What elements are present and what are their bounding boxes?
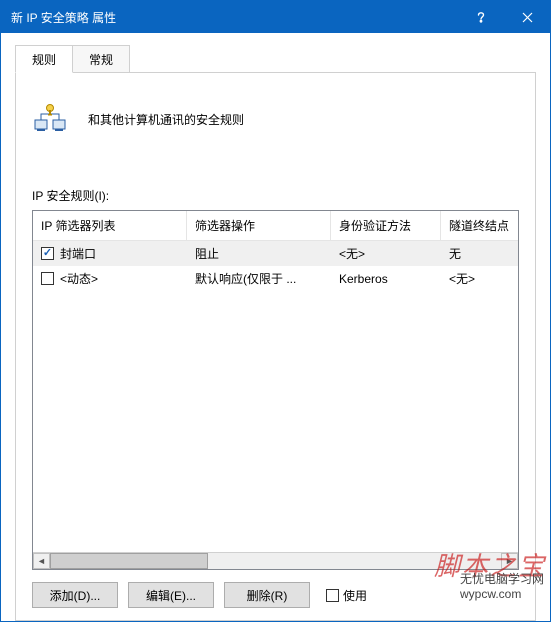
listview-header: IP 筛选器列表 筛选器操作 身份验证方法 隧道终结点 [33,211,518,241]
row-checkbox[interactable] [41,247,54,260]
dialog-window: 新 IP 安全策略 属性 规则 常规 [0,0,551,622]
button-label: 删除(R) [247,587,288,604]
cell-auth-method: Kerberos [331,266,441,291]
listview-body: 封端口 阻止 <无> 无 <动态> 默认响应(仅限于 ... [33,241,518,552]
description-text: 和其他计算机通讯的安全规则 [88,111,244,128]
column-header-tunnel-endpoint[interactable]: 隧道终结点 [441,211,518,240]
cell-filter-action: 默认响应(仅限于 ... [187,266,331,291]
edit-button[interactable]: 编辑(E)... [128,582,214,608]
row-checkbox[interactable] [41,272,54,285]
column-header-auth-method[interactable]: 身份验证方法 [331,211,441,240]
cell-tunnel-endpoint: <无> [441,266,518,291]
close-button[interactable] [504,1,550,33]
help-icon [475,11,487,23]
help-button[interactable] [458,1,504,33]
column-header-filter-list[interactable]: IP 筛选器列表 [33,211,187,240]
cell-tunnel-endpoint: 无 [441,241,518,266]
close-icon [522,12,533,23]
add-button[interactable]: 添加(D)... [32,582,118,608]
scroll-left-button[interactable]: ◄ [33,553,50,569]
section-label: IP 安全规则(I): [32,187,519,204]
cell-filter-list: 封端口 [60,245,96,262]
button-label: 编辑(E)... [146,587,196,604]
tab-label: 规则 [32,53,56,67]
cell-filter-action: 阻止 [187,241,331,266]
scroll-thumb[interactable] [50,553,208,569]
use-wizard-option[interactable]: 使用 [326,587,367,604]
use-wizard-checkbox[interactable] [326,589,339,602]
scroll-track[interactable] [50,553,501,569]
titlebar[interactable]: 新 IP 安全策略 属性 [1,1,550,33]
rules-list-wrap: IP 筛选器列表 筛选器操作 身份验证方法 隧道终结点 封端口 阻止 <无> [32,210,519,570]
client-area: 规则 常规 [1,33,550,621]
horizontal-scrollbar[interactable]: ◄ ► [33,552,518,569]
button-row: 添加(D)... 编辑(E)... 删除(R) 使用 [32,582,519,608]
window-title: 新 IP 安全策略 属性 [11,9,116,26]
remove-button[interactable]: 删除(R) [224,582,310,608]
list-row[interactable]: <动态> 默认响应(仅限于 ... Kerberos <无> [33,266,518,291]
tab-rules[interactable]: 规则 [15,45,73,73]
tab-panel-rules: 和其他计算机通讯的安全规则 IP 安全规则(I): IP 筛选器列表 筛选器操作… [15,73,536,621]
tab-general[interactable]: 常规 [72,45,130,72]
rules-listview[interactable]: IP 筛选器列表 筛选器操作 身份验证方法 隧道终结点 封端口 阻止 <无> [32,210,519,570]
button-label: 添加(D)... [50,587,101,604]
tab-label: 常规 [89,53,113,67]
list-row[interactable]: 封端口 阻止 <无> 无 [33,241,518,266]
cell-filter-list: <动态> [60,270,98,287]
tab-strip: 规则 常规 [15,47,536,73]
use-wizard-label: 使用 [343,587,367,604]
security-rules-icon [32,99,72,139]
column-header-filter-action[interactable]: 筛选器操作 [187,211,331,240]
description-row: 和其他计算机通讯的安全规则 [32,99,519,139]
cell-auth-method: <无> [331,241,441,266]
scroll-right-button[interactable]: ► [501,553,518,569]
